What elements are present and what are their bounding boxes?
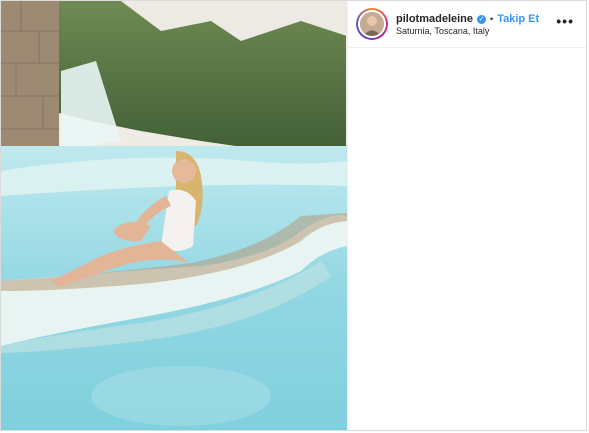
username-link[interactable]: pilotmadeleine — [396, 13, 473, 25]
user-line: pilotmadeleine ✓ • Takip Et — [396, 12, 539, 26]
avatar[interactable] — [358, 10, 386, 38]
post-sidebar: pilotmadeleine ✓ • Takip Et Saturnia, To… — [347, 1, 586, 430]
separator-dot: • — [490, 14, 494, 24]
instagram-post: pilotmadeleine ✓ • Takip Et Saturnia, To… — [0, 0, 587, 431]
story-ring[interactable] — [356, 8, 388, 40]
avatar-image-icon — [360, 12, 384, 36]
post-photo[interactable] — [1, 1, 347, 430]
post-header: pilotmadeleine ✓ • Takip Et Saturnia, To… — [348, 1, 586, 48]
follow-button[interactable]: Takip Et — [497, 13, 539, 25]
post-photo-illustration — [1, 1, 347, 430]
location-link[interactable]: Saturnia, Toscana, Italy — [396, 26, 489, 36]
more-options-icon[interactable]: ••• — [556, 14, 574, 28]
verified-badge-icon: ✓ — [477, 14, 487, 24]
